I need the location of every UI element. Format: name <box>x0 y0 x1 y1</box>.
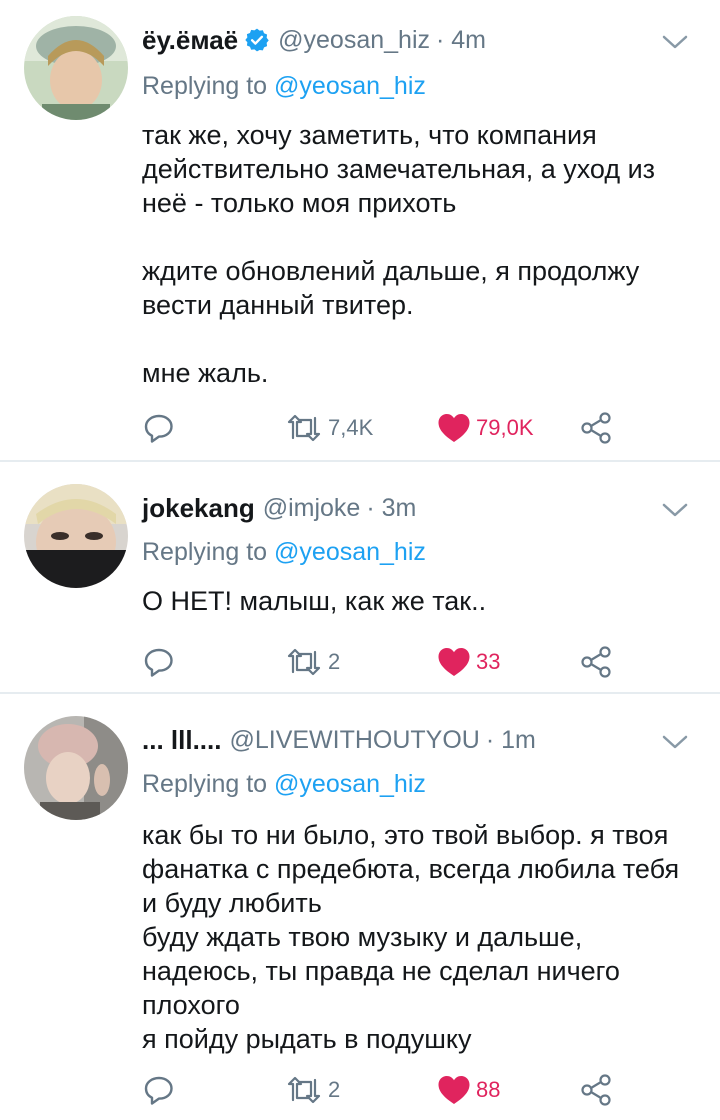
timestamp[interactable]: · 4m <box>436 26 486 55</box>
tweet-paragraph: О НЕТ! малыш, как же так.. <box>142 586 487 616</box>
replying-to: Replying to @yeosan_hiz <box>142 770 426 799</box>
tweet-text: так же, хочу заметить, что компания дейс… <box>142 118 702 390</box>
tweet-actions: 7,4K 79,0K <box>142 408 622 448</box>
like-icon <box>438 414 470 442</box>
like-button[interactable]: 33 <box>436 642 500 682</box>
tweet-line: я пойду рыдать в подушку <box>142 1024 472 1054</box>
reply-button[interactable] <box>142 1070 176 1110</box>
verified-badge-icon <box>245 28 269 52</box>
retweet-count: 2 <box>328 649 341 674</box>
like-count: 33 <box>476 649 501 674</box>
retweet-icon <box>287 414 321 442</box>
tweet-line: плохого <box>142 990 240 1020</box>
tweet-header: ёу.ёмаё @yeosan_hiz · 4m <box>142 22 486 58</box>
retweet-count: 7,4K <box>328 415 374 440</box>
reply-prefix: Replying to <box>142 538 268 566</box>
reply-icon <box>144 1076 173 1105</box>
display-name[interactable]: ёу.ёмаё <box>142 25 238 56</box>
tweet-header: jokekang @imjoke · 3m <box>142 490 416 526</box>
timestamp[interactable]: · 1m <box>486 726 536 755</box>
tweet-2[interactable]: jokekang @imjoke · 3m Replying to @yeosa… <box>0 462 720 692</box>
share-button[interactable] <box>578 408 614 448</box>
tweet-header: ... lll.... @LIVEWITHOUTYOU · 1m <box>142 722 536 758</box>
chevron-down-icon[interactable] <box>660 500 690 520</box>
handle[interactable]: @imjoke <box>263 494 361 523</box>
like-icon <box>438 648 470 676</box>
like-button[interactable]: 79,0K <box>436 408 534 448</box>
retweet-button[interactable]: 2 <box>284 642 340 682</box>
like-count: 88 <box>476 1077 501 1102</box>
like-icon <box>438 1076 470 1104</box>
timestamp[interactable]: · 3m <box>366 494 416 523</box>
tweet-text: как бы то ни было, это твой выбор. я тво… <box>142 818 702 1056</box>
tweet-actions: 2 88 <box>142 1070 622 1110</box>
tweet-line: и буду любить <box>142 888 322 918</box>
reply-mention-link[interactable]: @yeosan_hiz <box>274 770 426 798</box>
display-name[interactable]: jokekang <box>142 493 255 524</box>
handle[interactable]: @yeosan_hiz <box>278 26 430 55</box>
tweet-line: как бы то ни было, это твой выбор. я тво… <box>142 820 669 850</box>
tweet-text: О НЕТ! малыш, как же так.. <box>142 584 702 618</box>
replying-to: Replying to @yeosan_hiz <box>142 72 426 101</box>
retweet-icon <box>287 648 321 676</box>
retweet-icon <box>287 1076 321 1104</box>
display-name[interactable]: ... lll.... <box>142 725 221 756</box>
reply-button[interactable] <box>142 642 176 682</box>
reply-mention-link[interactable]: @yeosan_hiz <box>274 72 426 100</box>
tweet-line: фанатка с предебюта, всегда любила тебя <box>142 854 680 884</box>
tweet-line: буду ждать твою музыку и дальше, <box>142 922 583 952</box>
avatar[interactable] <box>24 716 128 820</box>
tweet-paragraph: ждите обновлений дальше, я продолжу вест… <box>142 256 640 320</box>
chevron-down-icon[interactable] <box>660 732 690 752</box>
tweet-3[interactable]: ... lll.... @LIVEWITHOUTYOU · 1m Replyin… <box>0 694 720 1120</box>
replying-to: Replying to @yeosan_hiz <box>142 538 426 567</box>
share-button[interactable] <box>578 1070 614 1110</box>
tweet-line: надеюсь, ты правда не сделал ничего <box>142 956 620 986</box>
handle[interactable]: @LIVEWITHOUTYOU <box>229 726 479 755</box>
avatar[interactable] <box>24 16 128 120</box>
share-icon <box>581 646 611 678</box>
chevron-down-icon[interactable] <box>660 32 690 52</box>
retweet-button[interactable]: 2 <box>284 1070 340 1110</box>
like-button[interactable]: 88 <box>436 1070 500 1110</box>
share-icon <box>581 1074 611 1106</box>
reply-prefix: Replying to <box>142 72 268 100</box>
retweet-count: 2 <box>328 1077 341 1102</box>
reply-icon <box>144 414 173 443</box>
share-button[interactable] <box>578 642 614 682</box>
tweet-paragraph: мне жаль. <box>142 358 269 388</box>
avatar[interactable] <box>24 484 128 588</box>
reply-prefix: Replying to <box>142 770 268 798</box>
tweet-1[interactable]: ёу.ёмаё @yeosan_hiz · 4m Replying to @ye… <box>0 0 720 460</box>
tweet-paragraph: так же, хочу заметить, что компания дейс… <box>142 120 656 218</box>
reply-mention-link[interactable]: @yeosan_hiz <box>274 538 426 566</box>
share-icon <box>581 412 611 444</box>
reply-button[interactable] <box>142 408 176 448</box>
reply-icon <box>144 648 173 677</box>
retweet-button[interactable]: 7,4K <box>284 408 373 448</box>
tweet-actions: 2 33 <box>142 642 622 682</box>
like-count: 79,0K <box>476 415 534 440</box>
